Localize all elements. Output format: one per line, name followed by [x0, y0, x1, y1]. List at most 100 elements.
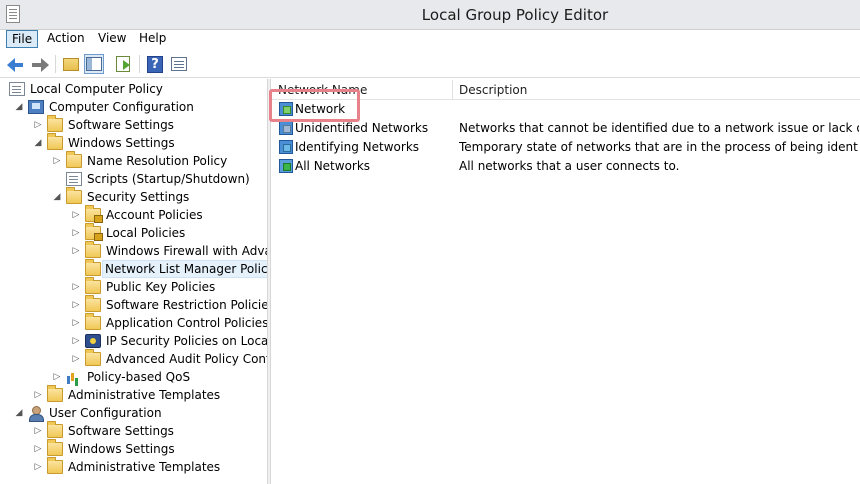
properties-icon[interactable]: [171, 57, 187, 71]
expand-arrow-icon[interactable]: ▷: [33, 386, 43, 404]
tree-node-administrative-templates[interactable]: ▷ Administrative Templates: [0, 385, 267, 404]
tree-node-label: Windows Settings: [68, 442, 175, 456]
tree-node-application-control-policies[interactable]: ▷ Application Control Policies: [0, 313, 267, 332]
folder-icon: [47, 421, 63, 438]
tree-node-label: Account Policies: [106, 208, 203, 222]
tree-node-label: Software Settings: [68, 118, 174, 132]
tree-node-local-policies[interactable]: ▷ Local Policies: [0, 223, 267, 242]
tree-node-root[interactable]: Local Computer Policy: [0, 80, 267, 98]
toolbar-separator: [55, 55, 56, 73]
all-networks-icon: [279, 159, 293, 173]
tree-node-software-restriction-policies[interactable]: ▷ Software Restriction Policies: [0, 295, 268, 314]
expand-arrow-icon[interactable]: ▷: [33, 458, 43, 476]
locked-folder-icon: [85, 205, 103, 223]
export-list-icon[interactable]: [116, 56, 130, 72]
tree-node-label: Scripts (Startup/Shutdown): [87, 172, 250, 186]
tree-node-security-settings[interactable]: ◢ Security Settings: [0, 187, 267, 206]
collapse-arrow-icon[interactable]: ◢: [52, 188, 62, 206]
menu-action[interactable]: Action: [42, 30, 90, 48]
pane-splitter[interactable]: [268, 79, 271, 484]
row-description: Temporary state of networks that are in …: [459, 140, 859, 154]
tree-node-windows-firewall[interactable]: ▷ Windows Firewall with Advanced Securit…: [0, 241, 267, 260]
tree-node-label: User Configuration: [49, 406, 162, 420]
folder-icon: [47, 457, 63, 474]
tree-node-label: Windows Firewall with Advanced Security: [106, 244, 267, 258]
annotation-highlight-box: [269, 89, 360, 122]
tree-node-label: Advanced Audit Policy Configuration: [106, 352, 267, 366]
row-description: All networks that a user connects to.: [459, 159, 680, 173]
folder-icon: [85, 241, 101, 258]
row-name: Identifying Networks: [295, 140, 420, 154]
tree-node-name-resolution-policy[interactable]: ▷ Name Resolution Policy: [0, 151, 267, 170]
back-arrow-icon[interactable]: [7, 54, 27, 74]
folder-icon: [85, 349, 101, 366]
expand-arrow-icon[interactable]: ▷: [33, 440, 43, 458]
row-name: All Networks: [295, 159, 371, 173]
tree-node-policy-based-qos[interactable]: ▷ Policy-based QoS: [0, 368, 267, 386]
tree-node-label: Computer Configuration: [49, 100, 194, 114]
list-row-network[interactable]: Network: [272, 100, 860, 119]
tree-node-computer-configuration[interactable]: ◢ Computer Configuration: [0, 98, 267, 116]
folder-icon: [66, 151, 82, 168]
forward-arrow-icon[interactable]: [30, 54, 50, 74]
column-header-description[interactable]: Description: [453, 80, 860, 100]
folder-icon: [85, 277, 101, 294]
expand-arrow-icon[interactable]: ▷: [71, 296, 81, 314]
expand-arrow-icon[interactable]: ▷: [71, 278, 81, 296]
expand-arrow-icon[interactable]: ▷: [33, 422, 43, 440]
expand-arrow-icon[interactable]: ▷: [71, 350, 81, 368]
expand-arrow-icon[interactable]: ▷: [71, 242, 81, 260]
list-row-all-networks[interactable]: All Networks All networks that a user co…: [272, 157, 860, 176]
tree-node-windows-settings[interactable]: ◢ Windows Settings: [0, 133, 267, 152]
tree-node-software-settings[interactable]: ▷ Software Settings: [0, 115, 267, 134]
collapse-arrow-icon[interactable]: ◢: [14, 98, 24, 116]
tree-node-label: Policy-based QoS: [87, 370, 191, 384]
expand-arrow-icon[interactable]: ▷: [71, 314, 81, 332]
expand-arrow-icon[interactable]: ▷: [52, 368, 62, 386]
collapse-arrow-icon[interactable]: ◢: [33, 134, 43, 152]
tree-node-scripts[interactable]: Scripts (Startup/Shutdown): [0, 170, 267, 188]
security-folder-icon: [66, 187, 82, 204]
folder-icon: [85, 295, 101, 312]
folder-icon: [47, 133, 63, 150]
script-icon: [66, 172, 82, 186]
tree-node-user-software-settings[interactable]: ▷ Software Settings: [0, 421, 267, 440]
tree-node-label: Software Settings: [68, 424, 174, 438]
tree-node-account-policies[interactable]: ▷ Account Policies: [0, 205, 267, 224]
console-tree[interactable]: Local Computer Policy ◢ Computer Configu…: [0, 79, 268, 484]
expand-arrow-icon[interactable]: ▷: [71, 332, 81, 350]
unidentified-network-icon: [279, 121, 293, 135]
tree-node-ip-security-policies[interactable]: ▷ IP Security Policies on Local Computer: [0, 332, 267, 350]
menu-file[interactable]: File: [6, 30, 39, 48]
tree-node-label: Administrative Templates: [68, 460, 221, 474]
up-folder-icon[interactable]: [63, 58, 79, 71]
user-icon: [28, 406, 44, 422]
details-list[interactable]: Network Name Description Network Unident…: [272, 79, 860, 484]
tree-node-user-configuration[interactable]: ◢ User Configuration: [0, 404, 267, 422]
tree-node-public-key-policies[interactable]: ▷ Public Key Policies: [0, 277, 267, 296]
expand-arrow-icon[interactable]: ▷: [71, 224, 81, 242]
tree-node-user-administrative-templates[interactable]: ▷ Administrative Templates: [0, 457, 267, 476]
menu-help[interactable]: Help: [134, 30, 171, 48]
tree-node-label: Software Restriction Policies: [106, 298, 268, 312]
help-icon[interactable]: ?: [147, 56, 163, 73]
list-row-identifying-networks[interactable]: Identifying Networks Temporary state of …: [272, 138, 860, 157]
list-row-unidentified-networks[interactable]: Unidentified Networks Networks that cann…: [272, 119, 860, 138]
tree-node-label: Public Key Policies: [106, 280, 216, 294]
show-hide-tree-button[interactable]: [84, 54, 104, 74]
expand-arrow-icon[interactable]: ▷: [52, 152, 62, 170]
tree-node-user-windows-settings[interactable]: ▷ Windows Settings: [0, 439, 267, 458]
tree-node-label: Local Policies: [106, 226, 186, 240]
tree-node-network-list-manager-policies[interactable]: Network List Manager Policies: [0, 259, 267, 278]
toolbar: ?: [0, 50, 860, 78]
expand-arrow-icon[interactable]: ▷: [33, 116, 43, 134]
window-title: Local Group Policy Editor: [421, 6, 609, 24]
bar-chart-icon: [66, 370, 82, 384]
expand-arrow-icon[interactable]: ▷: [71, 206, 81, 224]
menu-view[interactable]: View: [93, 30, 131, 48]
tree-node-label: Windows Settings: [68, 136, 175, 150]
folder-icon: [47, 385, 63, 402]
folder-icon: [47, 115, 63, 132]
collapse-arrow-icon[interactable]: ◢: [14, 404, 24, 422]
tree-node-advanced-audit-policy[interactable]: ▷ Advanced Audit Policy Configuration: [0, 349, 267, 368]
